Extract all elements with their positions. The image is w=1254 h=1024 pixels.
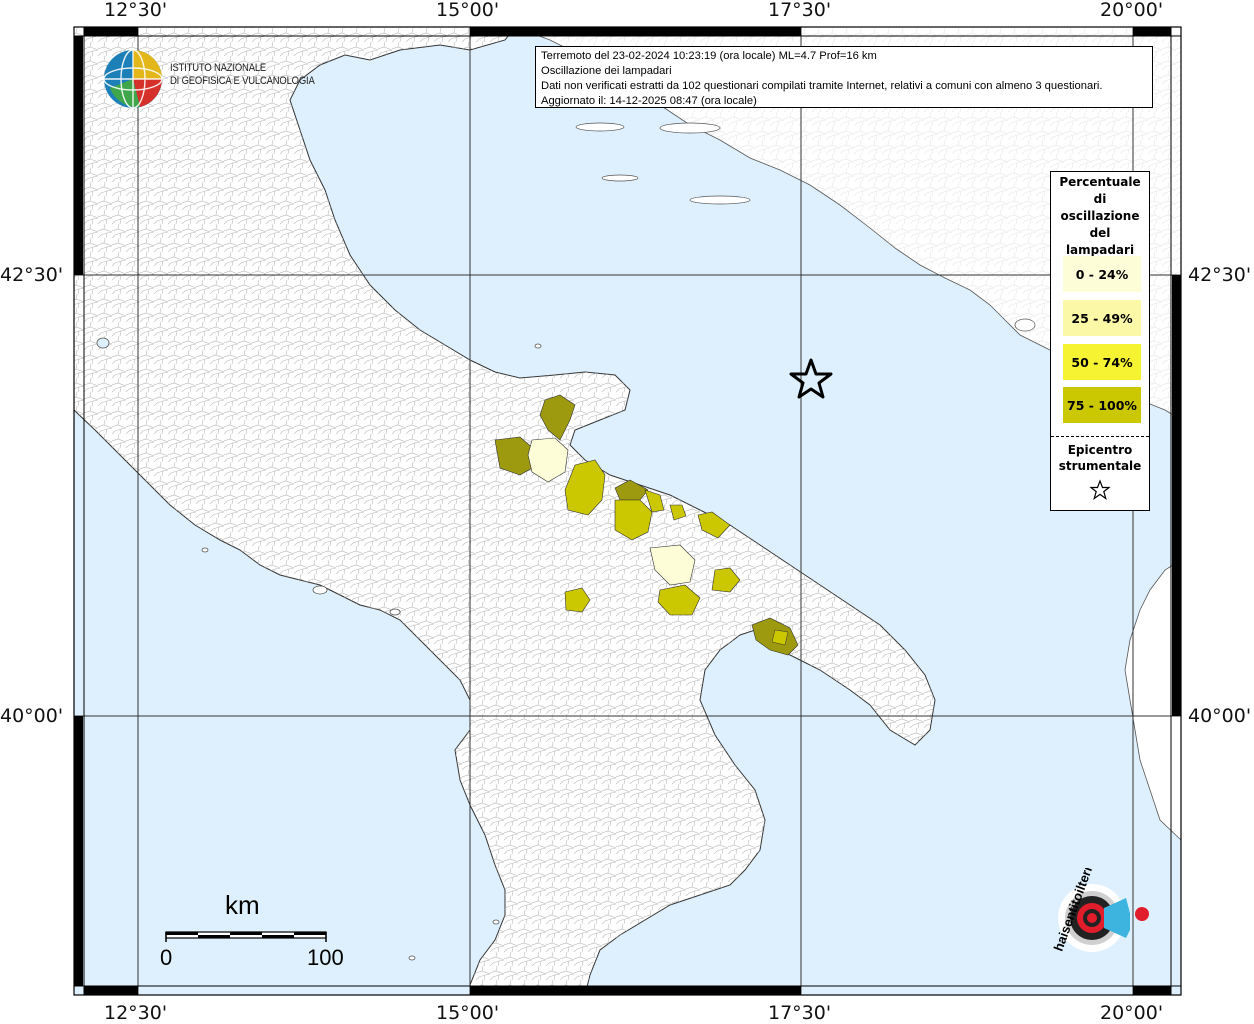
event-info-box: Terremoto del 23-02-2024 10:23:19 (ora l… (535, 46, 1153, 108)
ingv-logo-icon (103, 49, 163, 109)
legend-epicenter-label: Epicentro strumentale (1058, 443, 1142, 473)
legend-class-0: 0 - 24% (1063, 256, 1141, 292)
tick-left-2: 40°00' (0, 705, 64, 727)
legend-separator (1051, 436, 1149, 437)
legend-class-3: 75 - 100% (1063, 387, 1141, 423)
map-type-line: Oscillazione dei lampadari (541, 65, 672, 77)
legend-title: Percentuale di oscillazione del lampadar… (1059, 175, 1141, 257)
tick-right-2: 40°00' (1188, 705, 1252, 727)
event-line: Terremoto del 23-02-2024 10:23:19 (ora l… (541, 50, 877, 62)
data-note-line: Dati non verificati estratti da 102 ques… (541, 80, 1103, 92)
tick-bottom-1: 12°30' (104, 1002, 168, 1024)
tick-top-2: 15°00' (436, 0, 500, 21)
tick-right-1: 42°30' (1188, 264, 1252, 286)
tick-bottom-4: 20°00' (1100, 1002, 1164, 1024)
legend-class-2: 50 - 74% (1063, 344, 1141, 380)
tick-bottom-3: 17°30' (768, 1002, 832, 1024)
tick-bottom-2: 15°00' (436, 1002, 500, 1024)
star-icon (1089, 479, 1111, 500)
scale-max: 100 (307, 945, 344, 970)
institute-name: ISTITUTO NAZIONALE DI GEOFISICA E VULCAN… (170, 62, 315, 87)
tick-top-4: 20°00' (1100, 0, 1164, 21)
legend: Percentuale di oscillazione del lampadar… (1050, 171, 1150, 511)
haisentito-logo-icon: haisentitoilterremoto.it (1051, 868, 1149, 953)
legend-class-1: 25 - 49% (1063, 300, 1141, 336)
tick-top-1: 12°30' (104, 0, 168, 21)
scale-zero: 0 (160, 945, 173, 970)
tick-top-3: 17°30' (768, 0, 832, 21)
tick-left-1: 42°30' (0, 264, 64, 286)
updated-line: Aggiornato il: 14-12-2025 08:47 (ora loc… (541, 95, 757, 107)
